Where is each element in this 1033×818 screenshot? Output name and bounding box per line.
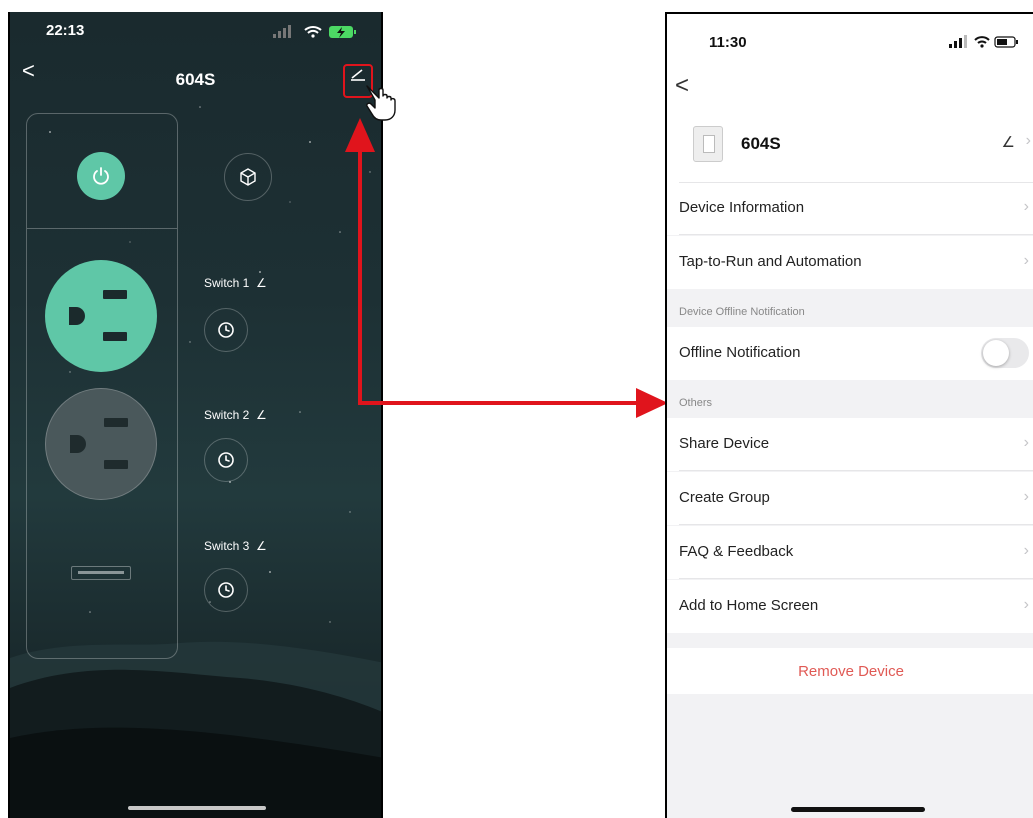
outlet-panel	[26, 113, 178, 659]
power-icon	[93, 167, 109, 185]
chevron-right-icon: ›	[1023, 434, 1029, 451]
power-button[interactable]	[77, 152, 125, 200]
ground-slot	[70, 435, 86, 453]
device-information-row[interactable]: Device Information ›	[667, 182, 1033, 235]
offline-notification-toggle[interactable]	[981, 338, 1029, 368]
add-to-home-screen-row[interactable]: Add to Home Screen ›	[667, 580, 1033, 633]
outlet-1[interactable]	[45, 260, 157, 372]
prong-slot	[103, 332, 127, 341]
prong-slot	[104, 418, 128, 427]
scene-button[interactable]	[224, 153, 272, 201]
pencil-icon[interactable]: ∠	[1002, 133, 1015, 151]
chevron-right-icon: ›	[1025, 132, 1031, 149]
clock-icon	[218, 582, 234, 598]
share-device-row[interactable]: Share Device ›	[667, 418, 1033, 471]
chevron-right-icon: ›	[1023, 252, 1029, 269]
device-control-screen: 22:13 < 604S Switch 1 ∠ Switch 2 ∠ Switc…	[8, 12, 383, 818]
usb-port[interactable]	[71, 566, 131, 580]
status-bar: 11:30	[667, 14, 1033, 60]
offline-notification-row: Offline Notification	[667, 327, 1033, 380]
chevron-right-icon: ›	[1023, 488, 1029, 505]
page-title: 604S	[175, 70, 216, 89]
device-settings-screen: 11:30 < 604S ∠ › Device Information › Ta…	[665, 12, 1033, 818]
switch-2-label[interactable]: Switch 2 ∠	[204, 408, 267, 422]
pencil-icon[interactable]: ∠	[253, 276, 267, 290]
status-icons	[273, 24, 361, 44]
back-button[interactable]: <	[675, 72, 689, 100]
clock-icon	[218, 452, 234, 468]
switch-1-timer-button[interactable]	[204, 308, 248, 352]
pencil-icon[interactable]: ∠	[253, 539, 267, 553]
create-group-row[interactable]: Create Group ›	[667, 472, 1033, 525]
chevron-right-icon: ›	[1023, 596, 1029, 613]
ground-slot	[69, 307, 85, 325]
nav-bar: <	[667, 60, 1033, 110]
pencil-icon[interactable]: ∠	[253, 408, 267, 422]
home-indicator	[128, 806, 266, 810]
switch-1-label[interactable]: Switch 1 ∠	[204, 276, 267, 290]
switch-3-label[interactable]: Switch 3 ∠	[204, 539, 267, 553]
home-indicator	[791, 807, 925, 812]
tap-to-run-row[interactable]: Tap-to-Run and Automation ›	[667, 236, 1033, 289]
prong-slot	[104, 460, 128, 469]
device-header[interactable]: 604S ∠ ›	[667, 110, 1033, 182]
status-bar: 22:13	[46, 22, 361, 44]
status-time: 22:13	[46, 22, 85, 39]
remove-device-label: Remove Device	[798, 663, 904, 680]
faq-feedback-row[interactable]: FAQ & Feedback ›	[667, 526, 1033, 579]
outlet-2[interactable]	[45, 388, 157, 500]
status-icons	[949, 35, 1019, 54]
device-thumbnail	[693, 126, 723, 162]
switch-3-timer-button[interactable]	[204, 568, 248, 612]
switch-2-timer-button[interactable]	[204, 438, 248, 482]
status-time: 11:30	[709, 34, 747, 51]
pointer-hand-icon	[366, 85, 396, 121]
clock-icon	[218, 322, 234, 338]
section-header-others: Others	[679, 397, 713, 409]
remove-device-button[interactable]: Remove Device	[667, 648, 1033, 694]
prong-slot	[103, 290, 127, 299]
chevron-right-icon: ›	[1023, 542, 1029, 559]
device-name: 604S	[741, 134, 781, 153]
cube-icon	[240, 168, 256, 186]
section-header-offline: Device Offline Notification	[679, 306, 805, 318]
chevron-right-icon: ›	[1023, 198, 1029, 215]
panel-divider	[27, 228, 177, 229]
